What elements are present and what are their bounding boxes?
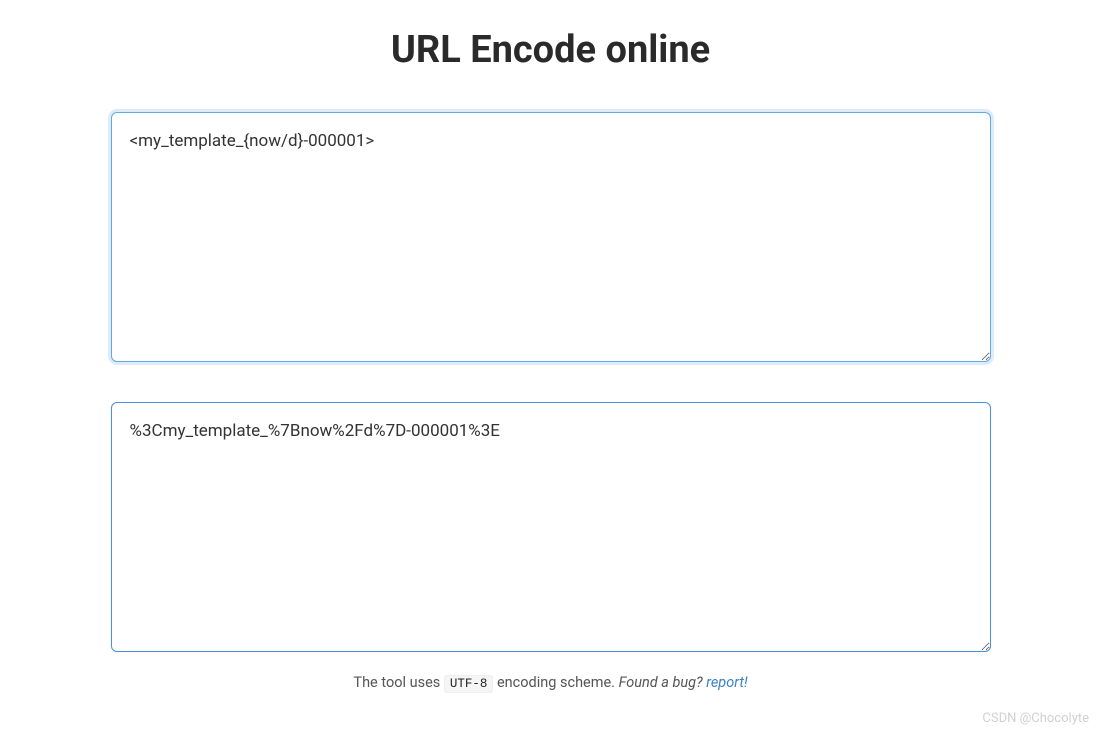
report-link[interactable]: report! <box>706 674 747 691</box>
footer-note: The tool uses UTF-8 encoding scheme. Fou… <box>111 674 991 691</box>
output-textarea[interactable] <box>111 402 991 652</box>
page-title: URL Encode online <box>111 28 991 72</box>
bug-prompt: Found a bug? <box>619 674 707 691</box>
watermark: CSDN @Chocolyte <box>982 711 1089 726</box>
input-textarea[interactable] <box>111 112 991 362</box>
footer-prefix: The tool uses <box>353 674 443 691</box>
encoding-badge: UTF-8 <box>444 675 494 693</box>
footer-suffix: encoding scheme. <box>497 674 619 691</box>
